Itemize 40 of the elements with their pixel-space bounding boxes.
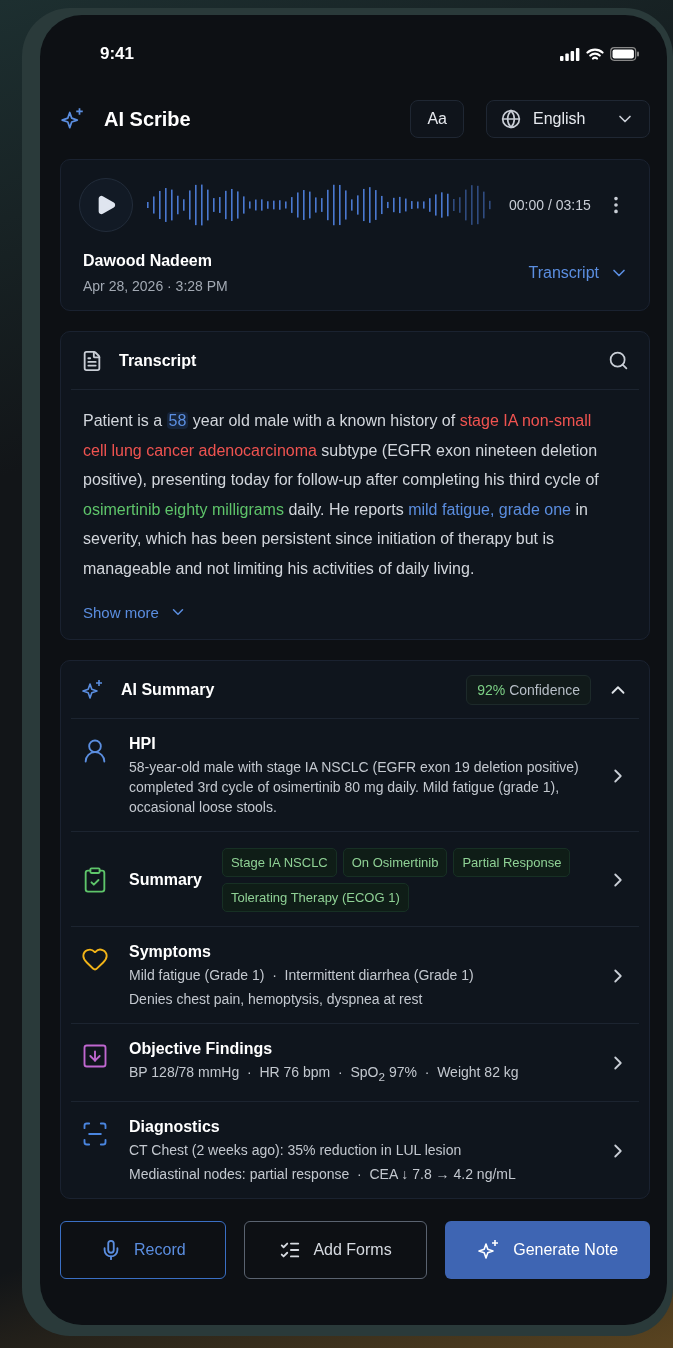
section-title: Symptoms bbox=[129, 943, 212, 961]
transcript-text: Patient is a 58 year old male with a known history of stage IA non-small cell lung cancer adenocarcinoma subtype (EGFR exon nineteen deletion positive), presenting today for follow-up after completing his third cycle of osimertinib eighty milligrams daily. He reports mild fatigue, grade one in severity, which has been persistent since initiation of therapy but is manageable and not limiting his activities of daily living. bbox=[82, 411, 600, 579]
play-button[interactable] bbox=[79, 178, 133, 232]
status-time: 9:41 bbox=[100, 44, 135, 64]
section-line: CT Chest (2 weeks ago): 35% reduction in LUL lesion bbox=[129, 1140, 463, 1160]
add-forms-button[interactable]: Add Forms bbox=[243, 1220, 428, 1279]
transcript-dropdown[interactable]: Transcript bbox=[528, 263, 629, 283]
section-line: Mild fatigue (Grade 1) · Intermittent diarrhea (Grade 1) bbox=[129, 966, 475, 985]
down-arrow-square-icon bbox=[81, 1042, 109, 1070]
card-title: AI Summary bbox=[121, 680, 216, 699]
app-title: AI Scribe bbox=[104, 107, 192, 131]
globe-icon bbox=[501, 109, 521, 129]
summary-tag: On Osimertinib bbox=[342, 848, 448, 877]
card-title: Transcript bbox=[119, 351, 198, 370]
section-title: Objective Findings bbox=[129, 1040, 274, 1058]
section-title: Diagnostics bbox=[129, 1117, 221, 1136]
confidence-badge: 92% Confidence bbox=[466, 674, 591, 705]
language-dropdown[interactable]: English bbox=[486, 100, 650, 138]
summary-tag: Stage IA NSCLC bbox=[221, 848, 337, 877]
section-text: 58-year-old male with stage IA NSCLC (EGFR exon 19 deletion positive) completed 3rd cycle of osimertinib 80 mg daily. Mild fatigue (grade 1), occasional loose stools. bbox=[129, 758, 580, 817]
signal-icon bbox=[560, 47, 580, 61]
battery-icon bbox=[610, 47, 640, 61]
playback-time: 00:00 / 03:15 bbox=[509, 197, 591, 213]
section-line: Denies chest pain, hemoptysis, dyspnea at rest bbox=[129, 990, 424, 1009]
show-more-link[interactable]: Show more bbox=[83, 603, 187, 621]
summary-tag: Partial Response bbox=[453, 848, 571, 877]
section-line: Mediastinal nodes: partial response · CEA ↓ 7.8 → 4.2 ng/mL bbox=[129, 1164, 517, 1184]
recording-date: Apr 28, 2026 · 3:28 PM bbox=[83, 278, 228, 294]
generate-note-button[interactable]: Generate Note bbox=[445, 1220, 650, 1279]
section-title: HPI bbox=[129, 735, 157, 753]
record-button[interactable]: Record bbox=[60, 1220, 226, 1279]
document-icon bbox=[81, 349, 103, 372]
section-line: BP 128/78 mmHg · HR 76 bpm · SpO$_{2}$ 97% · Weight 82 kg bbox=[129, 1063, 520, 1085]
wifi-icon bbox=[586, 47, 604, 61]
patient-name: Dawood Nadeem bbox=[83, 252, 213, 270]
section-title: Summary bbox=[129, 871, 202, 889]
search-icon[interactable] bbox=[608, 350, 629, 371]
font-size-button[interactable]: Aa bbox=[410, 100, 464, 138]
sparkle-icon bbox=[81, 677, 105, 702]
summary-tag: Tolerating Therapy (ECOG 1) bbox=[221, 883, 409, 912]
